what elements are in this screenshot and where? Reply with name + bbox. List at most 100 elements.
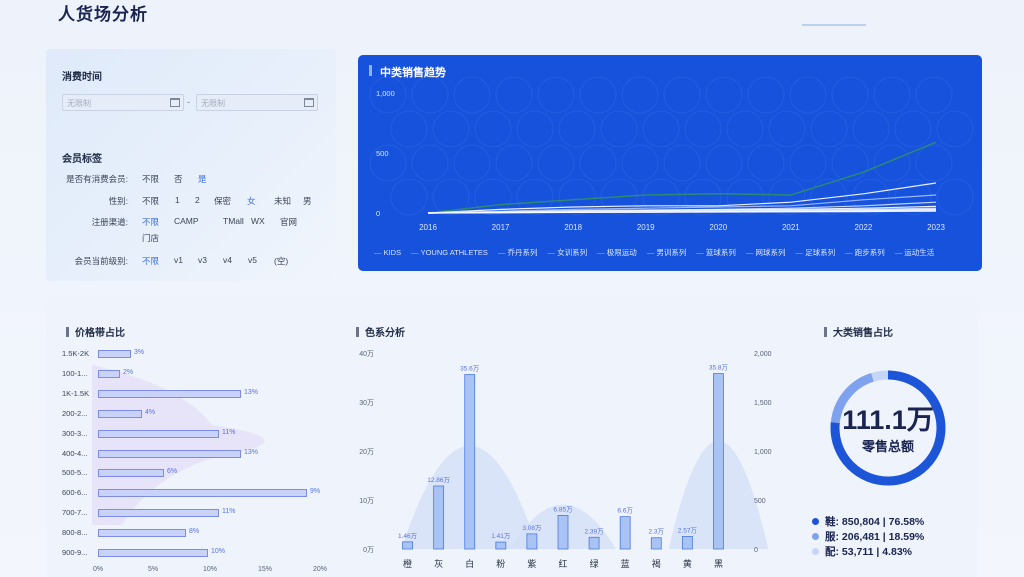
calendar-icon[interactable]: [170, 98, 180, 107]
left-axis-tick: 10万: [359, 497, 374, 505]
tag-option[interactable]: v3: [198, 255, 207, 265]
price-band-bar: [98, 509, 219, 518]
legend-item[interactable]: 乔丹系列: [498, 248, 538, 257]
color-bar-value: 2.39万: [585, 527, 605, 535]
color-category-label: 红: [558, 558, 567, 570]
tag-option[interactable]: TMall: [223, 216, 244, 226]
pattern-ring: [873, 76, 911, 114]
price-band-x-tick: 0%: [93, 566, 104, 573]
date-start-input[interactable]: 无限制: [62, 94, 184, 111]
tag-option[interactable]: 不限: [142, 173, 159, 185]
legend-item[interactable]: 运动生活: [895, 248, 935, 257]
price-band-value: 13%: [244, 388, 259, 396]
tag-row: 会员当前级别: 不限 v1 v3 v4 v5 (空): [46, 255, 336, 269]
pattern-ring: [453, 76, 491, 114]
legend-dot-icon: [812, 548, 819, 555]
color-category-label: 褐: [652, 559, 661, 570]
date-end-input[interactable]: 无限制: [196, 94, 318, 111]
x-tick-label: 2017: [492, 223, 510, 232]
tag-option[interactable]: 男: [303, 195, 312, 207]
tag-option[interactable]: v5: [248, 255, 257, 265]
price-band-label: 900-9...: [62, 548, 88, 557]
tag-option[interactable]: 是: [198, 173, 207, 185]
price-band-label: 400-4...: [62, 448, 88, 458]
price-band-row: 600-6... 9%: [62, 488, 332, 498]
trend-legend: KIDS YOUNG ATHLETES 乔丹系列 女训系列极限运动 男训系列篮球系列 网球…: [374, 247, 944, 258]
tag-option[interactable]: (空): [274, 255, 288, 267]
pattern-ring: [810, 110, 848, 148]
price-band-value: 9%: [310, 488, 321, 496]
pattern-ring: [684, 110, 722, 148]
consume-time-label: 消费时间: [62, 72, 102, 83]
tag-option[interactable]: 1: [175, 195, 180, 205]
tag-option[interactable]: CAMP: [174, 216, 199, 226]
price-band-value: 2%: [123, 368, 134, 376]
legend-item[interactable]: 极限运动: [597, 248, 637, 257]
price-band-value: 6%: [167, 468, 178, 476]
price-band-row: 200-2... 4%: [62, 409, 332, 419]
legend-item[interactable]: 篮球系列: [696, 248, 736, 257]
price-band-value: 13%: [244, 448, 259, 456]
right-axis-tick: 500: [754, 498, 766, 505]
legend-item[interactable]: 女训系列: [548, 248, 588, 257]
y-tick-label: 500: [376, 149, 389, 158]
price-band-bar: [98, 449, 241, 458]
price-band-value: 11%: [222, 428, 236, 436]
price-band-bar: [98, 549, 208, 557]
color-bar: [557, 515, 569, 550]
x-tick-label: 2016: [419, 223, 437, 232]
tag-option[interactable]: v4: [223, 255, 232, 265]
trend-chart: 0 500 1,000 2016 2017 2018 2019 2020 2021 2022 202…: [369, 76, 974, 232]
color-bar-value: 35.6万: [460, 365, 480, 373]
pattern-ring: [789, 76, 827, 114]
pattern-ring: [621, 76, 659, 114]
color-bar: [433, 485, 445, 550]
legend-dot-icon: [812, 533, 819, 540]
tag-option[interactable]: 保密: [214, 195, 231, 207]
price-band-label: 300-3...: [62, 428, 88, 438]
tag-option[interactable]: 否: [174, 173, 183, 185]
tag-row-label: 会员当前级别:: [74, 256, 128, 266]
color-category-label: 灰: [434, 558, 443, 570]
color-bar: [619, 516, 631, 550]
legend-item[interactable]: 足球系列: [796, 248, 836, 257]
legend-item[interactable]: YOUNG ATHLETES: [411, 248, 488, 257]
price-band-x-tick: 15%: [258, 566, 273, 573]
tag-option[interactable]: WX: [251, 216, 265, 226]
legend-item[interactable]: KIDS: [374, 248, 401, 257]
x-tick-label: 2021: [782, 223, 800, 232]
pattern-ring: [663, 144, 701, 182]
color-category-label: 橙: [403, 558, 412, 570]
calendar-icon[interactable]: [304, 98, 314, 107]
color-bar-value: 35.8万: [709, 364, 729, 372]
legend-item[interactable]: 男训系列: [647, 248, 687, 257]
price-band-x-tick: 5%: [148, 566, 159, 573]
price-band-row: 1K-1.5K 13%: [62, 389, 332, 399]
x-tick-label: 2019: [637, 223, 655, 232]
tag-row-label: 性别:: [108, 196, 128, 206]
tag-option[interactable]: 2: [195, 195, 200, 205]
tag-option[interactable]: v1: [174, 255, 183, 265]
tag-option[interactable]: 不限: [142, 195, 159, 207]
price-band-bar: [98, 369, 120, 378]
legend-item[interactable]: 跑步系列: [845, 248, 885, 257]
pattern-ring: [831, 76, 869, 114]
trend-panel: 中类销售趋势 0 500 1,000 2016 2017 2018 2019 2020 2021…: [358, 55, 982, 271]
tag-option[interactable]: 门店: [142, 232, 159, 244]
category-title-text: 大类销售占比: [833, 328, 893, 339]
tag-option[interactable]: 未知: [274, 195, 291, 207]
tag-option[interactable]: 官网: [280, 216, 297, 228]
color-category-label: 粉: [496, 558, 505, 570]
price-band-x-tick: 10%: [203, 566, 218, 573]
pattern-ring: [390, 110, 428, 148]
right-axis-tick: 0: [754, 547, 758, 554]
color-bar-value: 3.08万: [522, 524, 542, 532]
color-bar: [402, 541, 413, 550]
pattern-ring: [747, 76, 785, 114]
tag-option[interactable]: 不限: [142, 216, 159, 228]
pattern-ring: [453, 144, 491, 182]
tag-option[interactable]: 不限: [142, 255, 159, 267]
tag-option[interactable]: 女: [247, 195, 256, 207]
pattern-ring: [831, 144, 869, 182]
legend-item[interactable]: 网球系列: [746, 248, 786, 257]
